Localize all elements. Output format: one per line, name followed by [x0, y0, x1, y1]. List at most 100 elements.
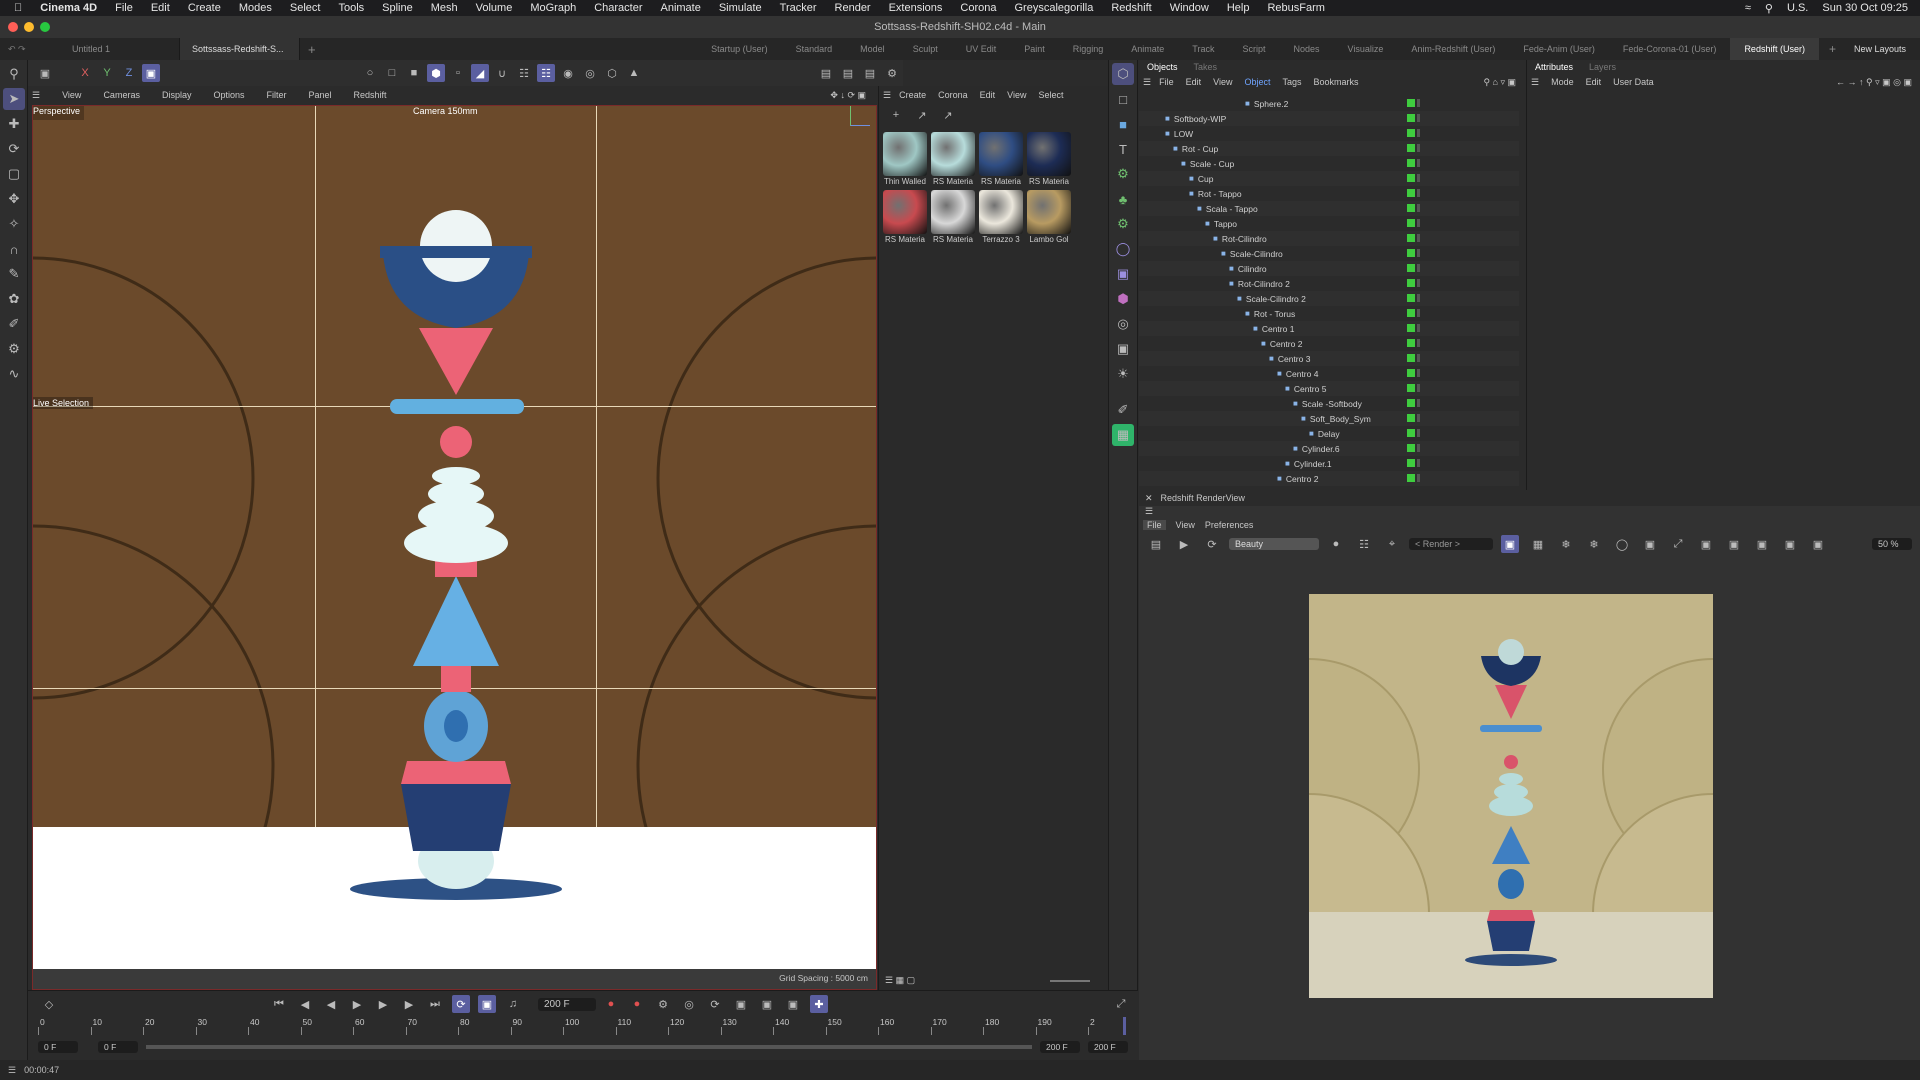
- timeline-ruler[interactable]: 0 10 20 30 40 50 60 70 80 90 100 110 120 130 140 150 160…: [38, 1017, 1128, 1037]
- snowflake-off-icon[interactable]: ❄: [1585, 535, 1603, 553]
- light-icon[interactable]: ☀: [1112, 363, 1134, 385]
- visibility-dot[interactable]: [1407, 384, 1415, 392]
- refresh-icon[interactable]: ⟳: [1203, 535, 1221, 553]
- select-tool-icon[interactable]: ➤: [3, 88, 25, 110]
- clock[interactable]: Sun 30 Oct 09:25: [1822, 2, 1908, 14]
- visibility-dot[interactable]: [1407, 189, 1415, 197]
- go-end-icon[interactable]: ⏭: [426, 995, 444, 1013]
- menu-help[interactable]: Help: [1227, 2, 1250, 14]
- snap-icon[interactable]: ∪: [493, 64, 511, 82]
- primitive-cube-icon[interactable]: ■: [1112, 113, 1134, 135]
- hamburger-icon[interactable]: ☰: [0, 1065, 24, 1076]
- render-dot[interactable]: [1417, 159, 1420, 167]
- spline-pen-icon[interactable]: ∿: [3, 363, 25, 385]
- axis-y-button[interactable]: Y: [98, 64, 116, 82]
- view-mode-icons[interactable]: ☰ ▦ ▢: [885, 975, 915, 986]
- hamburger-icon[interactable]: ☰: [32, 90, 40, 101]
- object-menu-bookmarks[interactable]: Bookmarks: [1314, 77, 1359, 87]
- object-row[interactable]: ■ Tappo: [1139, 216, 1519, 231]
- lock-icon[interactable]: ▣: [1501, 535, 1519, 553]
- material-swatch[interactable]: [1027, 132, 1071, 176]
- object-row[interactable]: ■ Scale-Cilindro: [1139, 246, 1519, 261]
- object-row[interactable]: ■ Soft_Body_Sym: [1139, 411, 1519, 426]
- object-row[interactable]: ■ Scale -Softbody: [1139, 396, 1519, 411]
- render-settings-icon[interactable]: ⚙: [883, 64, 901, 82]
- hamburger-icon[interactable]: ☰: [1143, 77, 1151, 88]
- menu-preferences[interactable]: Preferences: [1205, 520, 1254, 530]
- render-dot[interactable]: [1417, 129, 1420, 137]
- object-row[interactable]: ■ Scala - Tappo: [1139, 201, 1519, 216]
- material-swatch[interactable]: [979, 132, 1023, 176]
- render-dot[interactable]: [1417, 174, 1420, 182]
- viewport-menu-cameras[interactable]: Cameras: [103, 90, 140, 100]
- layout-tab[interactable]: Fede-Corona-01 (User): [1609, 38, 1731, 60]
- copy-icon[interactable]: ▣: [1809, 535, 1827, 553]
- visibility-dot[interactable]: [1407, 324, 1415, 332]
- menu-file[interactable]: File: [115, 2, 133, 14]
- layout-tab[interactable]: Nodes: [1279, 38, 1333, 60]
- prev-key-icon[interactable]: ◀: [296, 995, 314, 1013]
- zoom-window-button[interactable]: [40, 22, 50, 32]
- playhead[interactable]: [1123, 1017, 1126, 1035]
- render-dot[interactable]: [1417, 324, 1420, 332]
- input-source[interactable]: U.S.: [1787, 2, 1808, 14]
- viewport-menu-display[interactable]: Display: [162, 90, 192, 100]
- object-row[interactable]: ■ Rot - Torus: [1139, 306, 1519, 321]
- visibility-dot[interactable]: [1407, 219, 1415, 227]
- magnet-tool-icon[interactable]: ∩: [3, 238, 25, 260]
- snap-tool-icon[interactable]: ✧: [3, 213, 25, 235]
- object-row[interactable]: ■ LOW: [1139, 126, 1519, 141]
- object-row[interactable]: ■ Centro 5: [1139, 381, 1519, 396]
- keyframe-icon[interactable]: ◇: [40, 995, 58, 1013]
- aov-select[interactable]: Beauty: [1229, 538, 1319, 550]
- end-frame-a[interactable]: 200 F: [1040, 1041, 1080, 1053]
- object-row[interactable]: ■ Rot-Cilindro 2: [1139, 276, 1519, 291]
- object-menu-edit[interactable]: Edit: [1186, 77, 1202, 87]
- add-material-icon[interactable]: +: [887, 106, 905, 124]
- search-icon[interactable]: ⚲: [3, 63, 25, 85]
- effector-icon[interactable]: ◯: [1112, 238, 1134, 260]
- render-dot[interactable]: [1417, 369, 1420, 377]
- material-swatch[interactable]: [931, 132, 975, 176]
- object-row[interactable]: ■ Cylinder.1: [1139, 456, 1519, 471]
- object-row[interactable]: ■ Cilindro: [1139, 261, 1519, 276]
- material-swatch[interactable]: [1027, 190, 1071, 234]
- camera-icon[interactable]: ▣: [1112, 338, 1134, 360]
- menu-window[interactable]: Window: [1170, 2, 1209, 14]
- clapper-play-icon[interactable]: ▤: [839, 64, 857, 82]
- visibility-dot[interactable]: [1407, 369, 1415, 377]
- visibility-dot[interactable]: [1407, 399, 1415, 407]
- paint-icon[interactable]: ✐: [1112, 399, 1134, 421]
- menu-edit[interactable]: Edit: [1586, 77, 1602, 87]
- visibility-dot[interactable]: [1407, 204, 1415, 212]
- visibility-dot[interactable]: [1407, 459, 1415, 467]
- add-snapshot-icon[interactable]: ▣: [1753, 535, 1771, 553]
- menu-rebusfarm[interactable]: RebusFarm: [1267, 2, 1324, 14]
- deformer-icon[interactable]: ⚙: [1112, 213, 1134, 235]
- expand-timeline-icon[interactable]: ⤢: [1112, 995, 1130, 1013]
- menu-spline[interactable]: Spline: [382, 2, 413, 14]
- object-menu-object[interactable]: Object: [1244, 77, 1270, 87]
- object-row[interactable]: ■ Scale - Cup: [1139, 156, 1519, 171]
- loop-icon[interactable]: ⟳: [452, 995, 470, 1013]
- points-mode-icon[interactable]: ○: [361, 64, 379, 82]
- layout-tab[interactable]: Rigging: [1059, 38, 1118, 60]
- render-dot[interactable]: [1417, 414, 1420, 422]
- menu-volume[interactable]: Volume: [476, 2, 513, 14]
- material-menu-create[interactable]: Create: [899, 90, 926, 100]
- visibility-dot[interactable]: [1407, 309, 1415, 317]
- menu-corona[interactable]: Corona: [960, 2, 996, 14]
- render-dot[interactable]: [1417, 219, 1420, 227]
- rgb-icon[interactable]: ●: [1327, 535, 1345, 553]
- clapper-settings-icon[interactable]: ▤: [861, 64, 879, 82]
- lock-icon[interactable]: ⬡: [603, 64, 621, 82]
- render-dot[interactable]: [1417, 234, 1420, 242]
- camera-label[interactable]: Camera 150mm: [413, 106, 478, 116]
- viewport-menu-view[interactable]: View: [62, 90, 81, 100]
- menu-mode[interactable]: Mode: [1551, 77, 1574, 87]
- layout-tab[interactable]: Sculpt: [899, 38, 952, 60]
- hamburger-icon[interactable]: ☰: [883, 90, 891, 101]
- clapper-icon[interactable]: ▤: [817, 64, 835, 82]
- text-icon[interactable]: T: [1112, 138, 1134, 160]
- menu-tools[interactable]: Tools: [338, 2, 364, 14]
